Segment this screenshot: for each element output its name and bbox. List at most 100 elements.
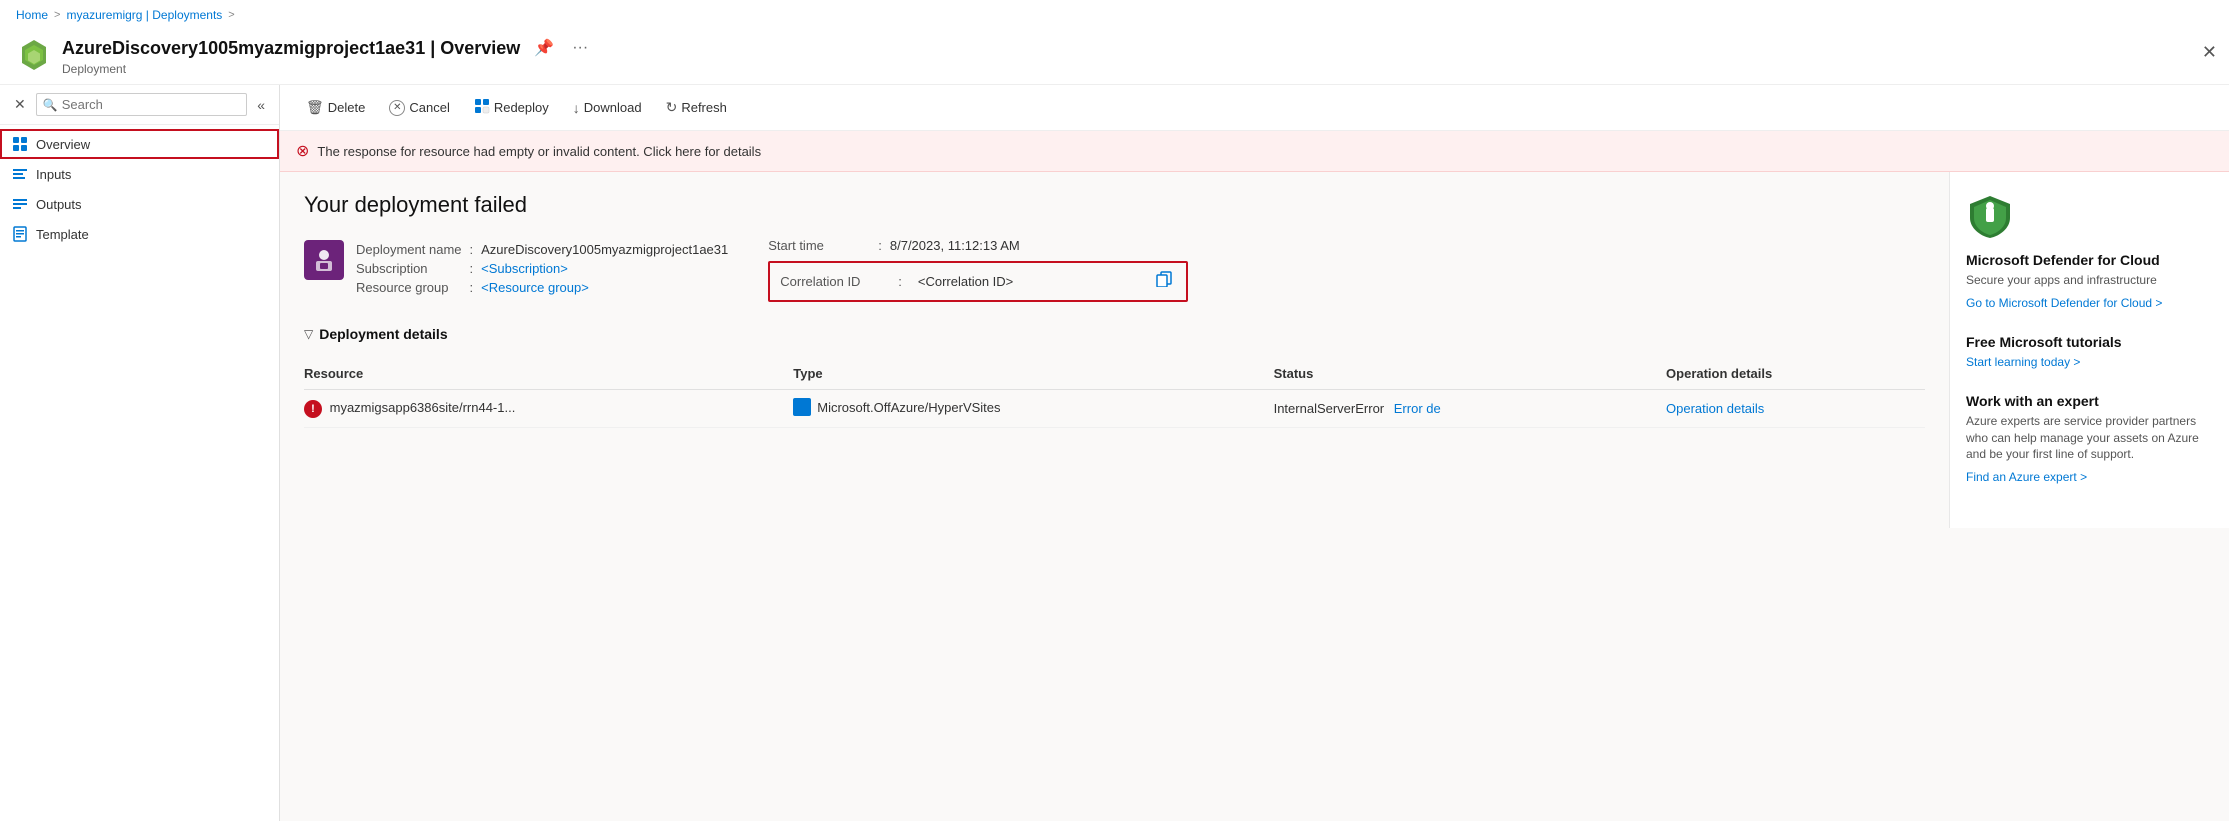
breadcrumb-sep-2: > xyxy=(228,9,234,21)
deployment-name-label: Deployment name xyxy=(356,242,470,257)
delete-label: Delete xyxy=(328,100,366,115)
content-right-sidebar: Microsoft Defender for Cloud Secure your… xyxy=(1949,172,2229,528)
sidebar-item-template[interactable]: Template xyxy=(0,219,279,249)
status-text: InternalServerError xyxy=(1274,401,1385,416)
refresh-button[interactable]: ↻ Refresh xyxy=(656,94,737,121)
tutorials-section: Free Microsoft tutorials Start learning … xyxy=(1966,334,2213,369)
copy-correlation-id-button[interactable] xyxy=(1152,269,1176,294)
content-area: Your deployment failed xyxy=(280,172,2229,528)
start-time-colon: : xyxy=(878,238,882,253)
download-label: Download xyxy=(584,100,642,115)
tutorials-title: Free Microsoft tutorials xyxy=(1966,334,2213,350)
cancel-icon: ✕ xyxy=(389,100,405,116)
redeploy-icon xyxy=(474,98,490,117)
name-colon: : xyxy=(470,242,482,257)
close-panel-button[interactable]: ✕ xyxy=(2202,42,2217,63)
correlation-id-value: <Correlation ID> xyxy=(918,274,1144,289)
col-type: Type xyxy=(793,358,1273,390)
error-circle-icon: ! xyxy=(304,400,322,418)
info-row-subscription: Subscription : <Subscription> xyxy=(356,261,728,276)
search-input[interactable] xyxy=(62,97,241,112)
expert-title: Work with an expert xyxy=(1966,393,2213,409)
subscription-value: <Subscription> xyxy=(481,261,728,276)
expand-icon: ▽ xyxy=(304,327,313,341)
breadcrumb-deployments[interactable]: myazuremigrg | Deployments xyxy=(66,8,222,22)
delete-icon: 🗑 xyxy=(306,99,324,116)
sidebar-collapse-button[interactable]: « xyxy=(253,95,269,115)
content-main: Your deployment failed xyxy=(280,172,1949,528)
resource-group-link[interactable]: <Resource group> xyxy=(481,280,589,295)
more-options-button[interactable]: ··· xyxy=(568,35,592,61)
start-time-label: Start time xyxy=(768,238,878,253)
col-status: Status xyxy=(1274,358,1666,390)
resource-group-value: <Resource group> xyxy=(481,280,728,295)
resource-cell: ! myazmigsapp6386site/rrn44-1... xyxy=(304,390,793,428)
table-body: ! myazmigsapp6386site/rrn44-1... Microso… xyxy=(304,390,1925,428)
sidebar-close-button[interactable]: ✕ xyxy=(10,94,30,115)
sidebar-item-outputs[interactable]: Outputs xyxy=(0,189,279,219)
main-layout: ✕ 🔍 « Overview Inputs xyxy=(0,85,2229,821)
deployment-details-title: Deployment details xyxy=(319,326,447,342)
error-link[interactable]: Error de xyxy=(1394,401,1441,416)
sidebar-item-overview-label: Overview xyxy=(36,137,90,152)
breadcrumb-home[interactable]: Home xyxy=(16,8,48,22)
defender-link[interactable]: Go to Microsoft Defender for Cloud > xyxy=(1966,296,2162,310)
redeploy-label: Redeploy xyxy=(494,100,549,115)
info-row-rg: Resource group : <Resource group> xyxy=(356,280,728,295)
expert-desc: Azure experts are service provider partn… xyxy=(1966,413,2213,463)
deployment-icon xyxy=(304,240,344,280)
tutorials-link[interactable]: Start learning today > xyxy=(1966,355,2080,369)
outputs-icon xyxy=(12,196,28,212)
redeploy-button[interactable]: Redeploy xyxy=(464,93,559,122)
subscription-link[interactable]: <Subscription> xyxy=(481,261,568,276)
table-header: Resource Type Status Operation details xyxy=(304,358,1925,390)
alert-icon: ⊗ xyxy=(296,141,309,161)
info-right: Start time : 8/7/2023, 11:12:13 AM Corre… xyxy=(768,238,1188,302)
sidebar-item-overview[interactable]: Overview xyxy=(0,129,279,159)
download-icon: ↓ xyxy=(573,100,580,116)
toolbar: 🗑 Delete ✕ Cancel Redeploy xyxy=(280,85,2229,131)
sidebar-item-template-label: Template xyxy=(36,227,89,242)
rg-colon: : xyxy=(470,280,482,295)
template-icon xyxy=(12,226,28,242)
search-icon: 🔍 xyxy=(43,98,58,112)
sidebar-search-container: 🔍 xyxy=(36,93,247,116)
sidebar-item-outputs-label: Outputs xyxy=(36,197,82,212)
breadcrumb: Home > myazuremigrg | Deployments > xyxy=(0,0,2229,30)
info-row-name: Deployment name : AzureDiscovery1005myaz… xyxy=(356,242,728,257)
main-content-area: 🗑 Delete ✕ Cancel Redeploy xyxy=(280,85,2229,821)
type-cell: Microsoft.OffAzure/HyperVSites xyxy=(793,390,1273,428)
pin-button[interactable]: 📌 xyxy=(530,34,558,62)
correlation-id-label: Correlation ID xyxy=(780,274,890,289)
alert-banner[interactable]: ⊗ The response for resource had empty or… xyxy=(280,131,2229,172)
opdetails-cell: Operation details xyxy=(1666,390,1925,428)
sidebar-item-inputs[interactable]: Inputs xyxy=(0,159,279,189)
table-row: ! myazmigsapp6386site/rrn44-1... Microso… xyxy=(304,390,1925,428)
ellipsis-icon: ··· xyxy=(572,39,588,56)
col-resource: Resource xyxy=(304,358,793,390)
refresh-icon: ↻ xyxy=(666,99,678,116)
inputs-icon xyxy=(12,166,28,182)
page-title-text: AzureDiscovery1005myazmigproject1ae31 | … xyxy=(62,38,520,59)
delete-button[interactable]: 🗑 Delete xyxy=(296,94,375,121)
deployment-name-value: AzureDiscovery1005myazmigproject1ae31 xyxy=(481,242,728,257)
expert-link[interactable]: Find an Azure expert > xyxy=(1966,470,2087,484)
start-time-row: Start time : 8/7/2023, 11:12:13 AM xyxy=(768,238,1188,253)
cancel-button[interactable]: ✕ Cancel xyxy=(379,95,459,121)
resource-type: Microsoft.OffAzure/HyperVSites xyxy=(817,400,1000,415)
download-button[interactable]: ↓ Download xyxy=(563,95,652,121)
sidebar: ✕ 🔍 « Overview Inputs xyxy=(0,85,280,821)
defender-section: Microsoft Defender for Cloud Secure your… xyxy=(1966,192,2213,310)
page-header-title: AzureDiscovery1005myazmigproject1ae31 | … xyxy=(62,34,2213,76)
page-header: AzureDiscovery1005myazmigproject1ae31 | … xyxy=(0,30,2229,85)
expert-section: Work with an expert Azure experts are se… xyxy=(1966,393,2213,484)
operation-details-link[interactable]: Operation details xyxy=(1666,401,1764,416)
deployment-failed-title: Your deployment failed xyxy=(304,192,1925,218)
correlation-id-box: Correlation ID : <Correlation ID> xyxy=(768,261,1188,302)
resource-group-label: Resource group xyxy=(356,280,470,295)
pin-icon: 📌 xyxy=(534,40,554,57)
deployment-details-header[interactable]: ▽ Deployment details xyxy=(304,326,1925,342)
info-grid: Deployment name : AzureDiscovery1005myaz… xyxy=(304,238,1925,302)
status-cell: InternalServerError Error de xyxy=(1274,390,1666,428)
page-subtitle: Deployment xyxy=(62,62,2213,76)
